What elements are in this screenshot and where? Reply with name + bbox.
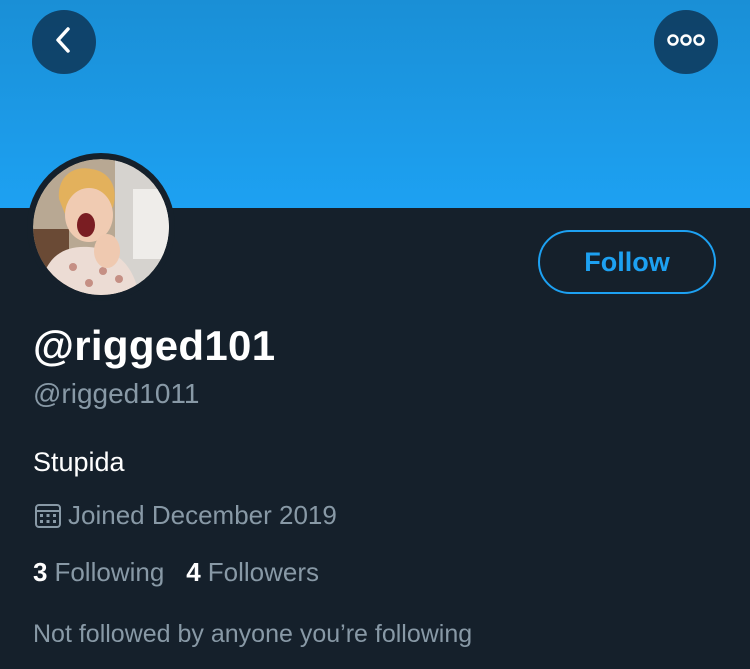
- profile-page: Follow @rigged101 @rigged1011 Stupida Jo…: [0, 0, 750, 669]
- follow-button-label: Follow: [584, 246, 670, 277]
- more-horizontal-icon: [666, 33, 706, 52]
- follow-stats: 3 Following 4 Followers: [33, 555, 341, 589]
- more-options-button[interactable]: [654, 10, 718, 74]
- mutual-followers-note: Not followed by anyone you’re following: [33, 620, 473, 648]
- followers-label: Followers: [207, 556, 320, 587]
- avatar-image: [33, 159, 169, 295]
- profile-handle: @rigged1011: [33, 378, 200, 409]
- joined-date-text: Joined December 2019: [68, 499, 337, 530]
- follow-button[interactable]: Follow: [538, 230, 716, 294]
- following-count: 3: [33, 556, 48, 587]
- joined-date: Joined December 2019: [33, 498, 337, 532]
- followers-link[interactable]: 4 Followers: [186, 557, 319, 588]
- back-button[interactable]: [32, 10, 96, 74]
- following-label: Following: [54, 556, 165, 587]
- display-name: @rigged101: [33, 322, 276, 369]
- profile-bio: Stupida: [33, 447, 125, 477]
- chevron-left-icon: [52, 25, 76, 60]
- calendar-icon: [33, 500, 63, 530]
- followers-count: 4: [186, 556, 201, 587]
- following-link[interactable]: 3 Following: [33, 557, 164, 588]
- avatar[interactable]: [27, 153, 175, 301]
